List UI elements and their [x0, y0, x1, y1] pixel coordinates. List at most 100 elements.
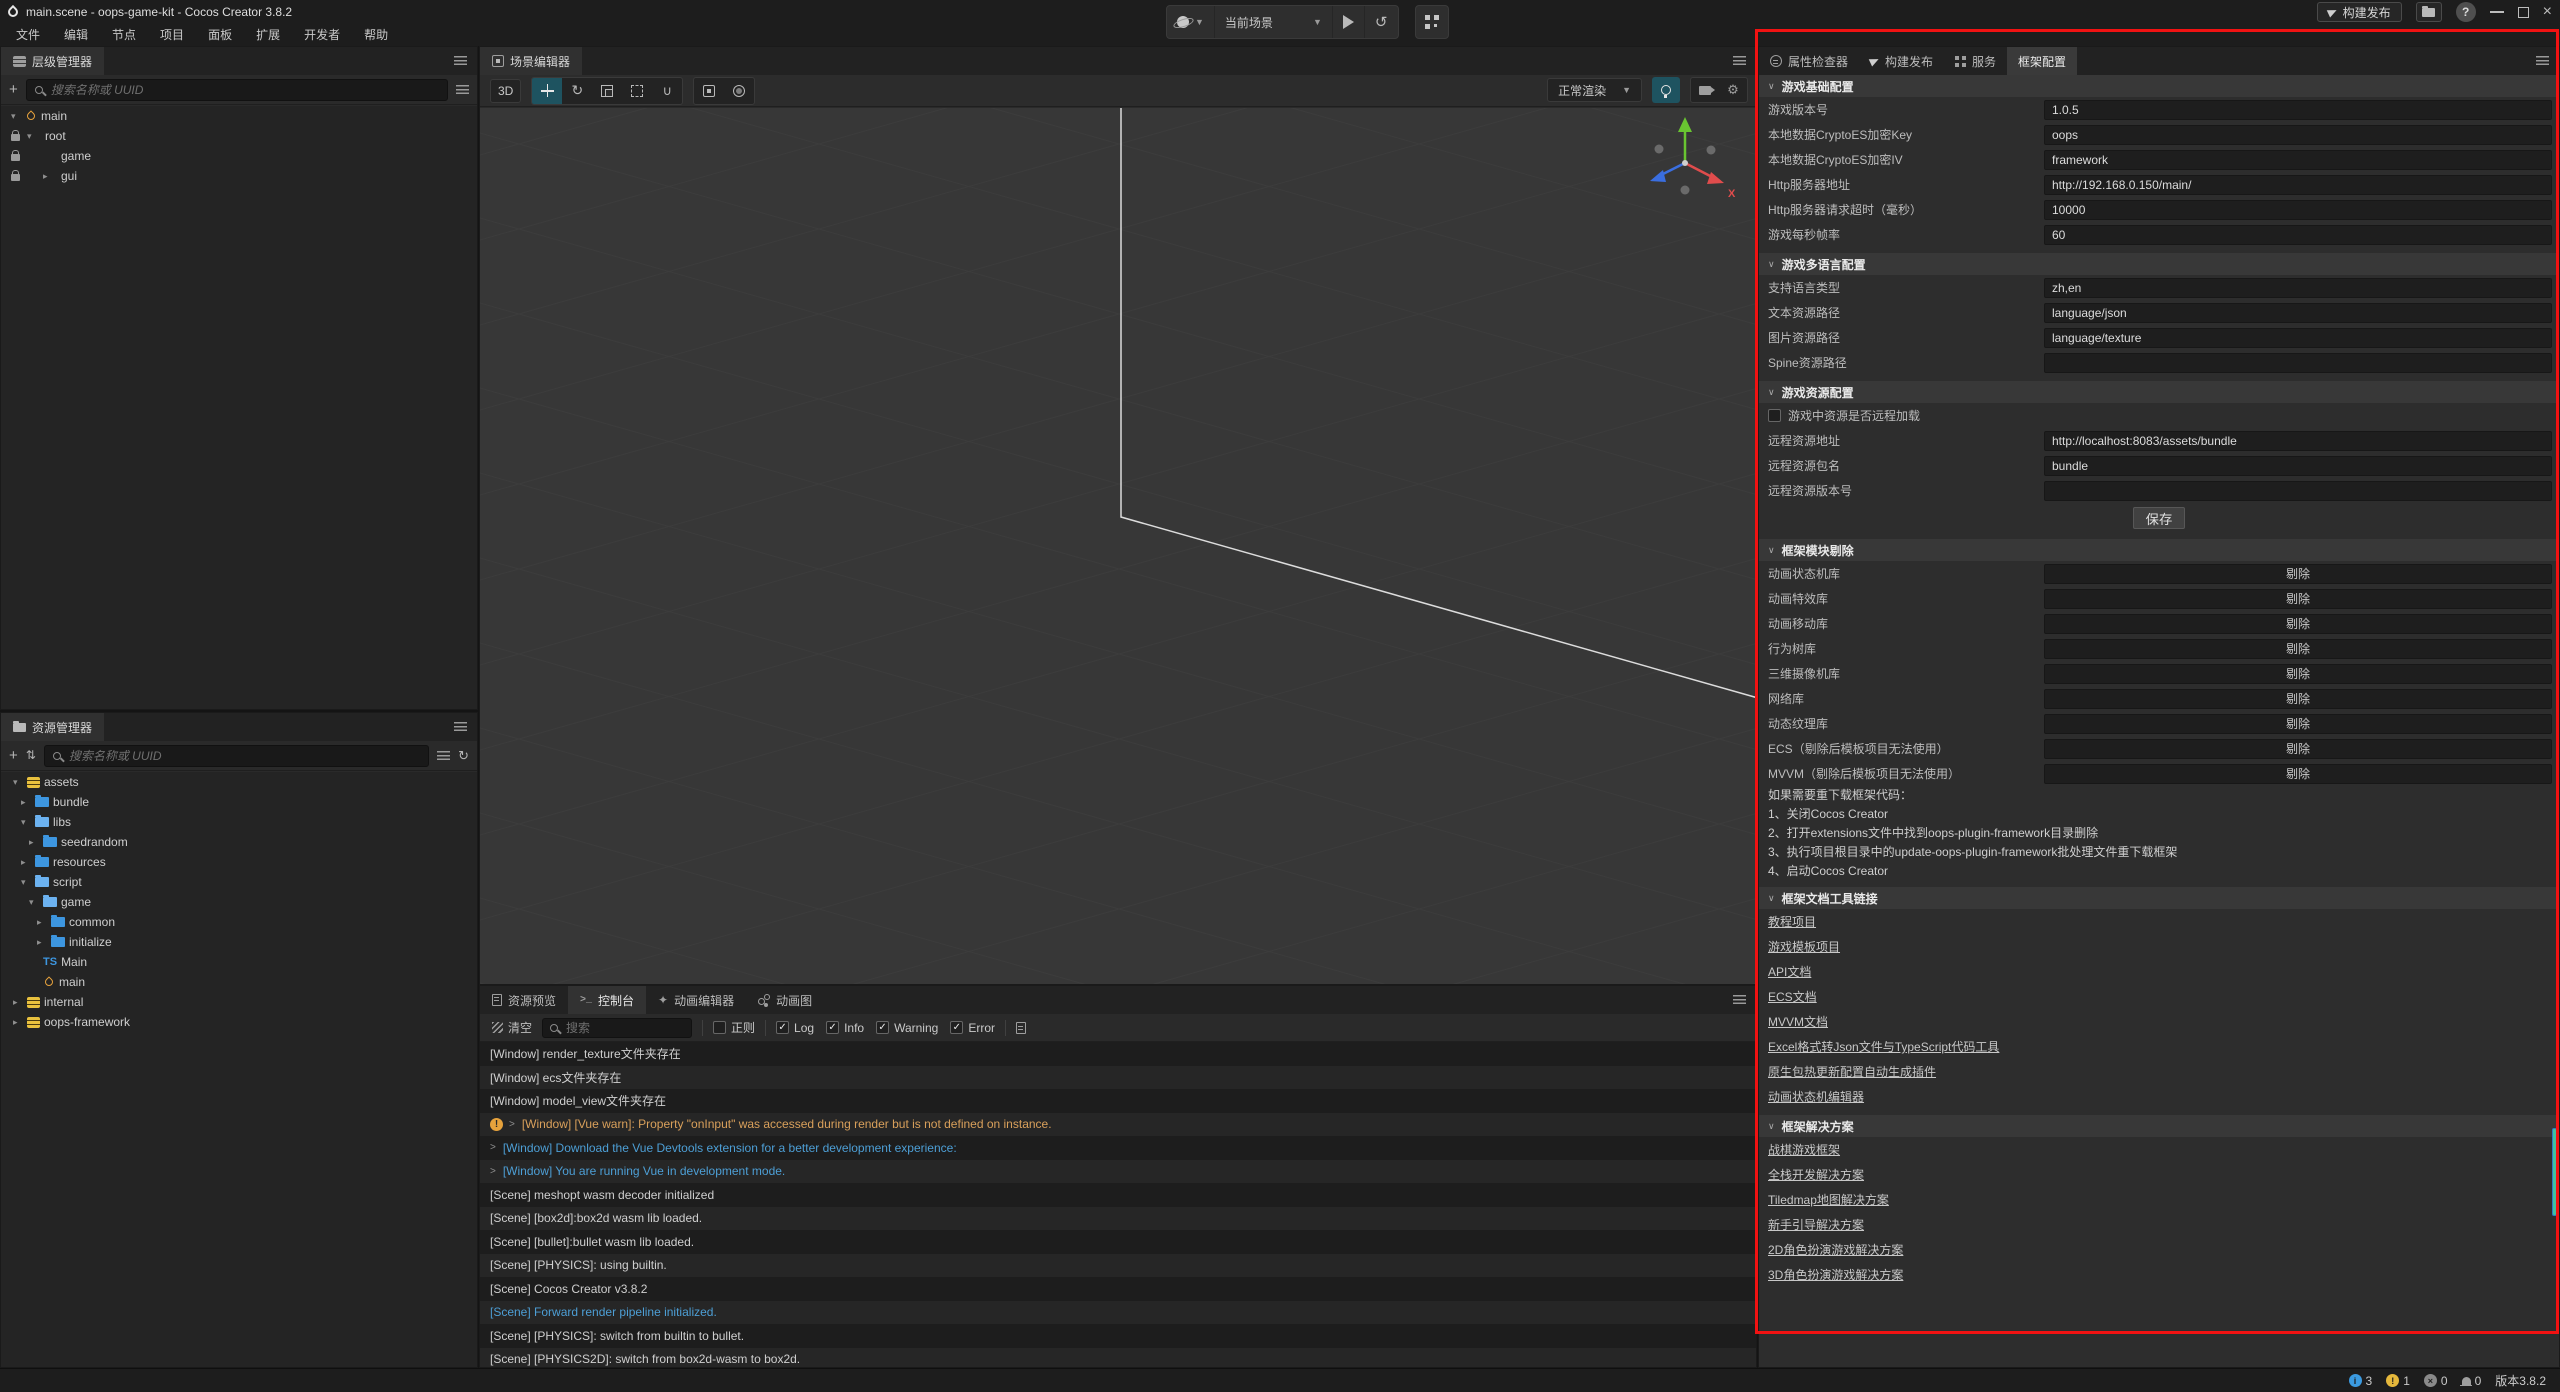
save-button[interactable]: 保存 — [2133, 507, 2186, 529]
panel-menu-icon[interactable] — [1733, 56, 1746, 65]
tree-chevron-icon[interactable]: ▸ — [37, 937, 51, 948]
doc-link[interactable]: 新手引导解决方案 — [1768, 1216, 1864, 1233]
doc-link[interactable]: 全栈开发解决方案 — [1768, 1166, 1864, 1183]
expand-chevron-icon[interactable]: > — [490, 1142, 496, 1153]
scrollbar-thumb[interactable] — [2552, 1128, 2557, 1216]
lighting-toggle-button[interactable] — [1652, 77, 1680, 103]
menu-item[interactable]: 面板 — [196, 24, 244, 46]
hierarchy-search-input[interactable] — [49, 82, 439, 98]
tree-chevron-icon[interactable]: ▸ — [29, 837, 43, 848]
scale-tool-button[interactable] — [592, 77, 622, 105]
log-row[interactable]: [Scene] meshopt wasm decoder initialized — [480, 1183, 1756, 1207]
assets-search[interactable] — [44, 745, 429, 767]
tree-chevron-icon[interactable]: ▸ — [13, 997, 27, 1008]
tree-node[interactable]: TSMain — [1, 952, 477, 972]
regex-checkbox[interactable]: 正则 — [713, 1019, 755, 1036]
doc-link[interactable]: 3D角色扮演游戏解决方案 — [1768, 1266, 1903, 1283]
remove-module-button[interactable]: 剔除 — [2044, 764, 2552, 784]
log-row[interactable]: [Scene] [box2d]:box2d wasm lib loaded. — [480, 1207, 1756, 1231]
log-row[interactable]: [Scene] Forward render pipeline initiali… — [480, 1301, 1756, 1325]
config-input[interactable] — [2044, 175, 2552, 195]
panel-menu-icon[interactable] — [454, 56, 467, 65]
minimize-button[interactable] — [2490, 11, 2504, 13]
tree-node[interactable]: ▸resources — [1, 852, 477, 872]
filter-checkbox-Log[interactable]: ✓Log — [776, 1021, 814, 1035]
section-header[interactable]: ∨框架文档工具链接 — [1759, 887, 2559, 909]
tree-node[interactable]: ▾script — [1, 872, 477, 892]
sort-icon[interactable]: ⇅ — [26, 748, 36, 763]
tree-chevron-icon[interactable]: ▾ — [29, 897, 43, 908]
scene-settings-button[interactable]: ⚙ — [1719, 77, 1747, 103]
filter-icon[interactable] — [456, 85, 469, 94]
refresh-icon[interactable]: ↻ — [458, 748, 469, 763]
doc-link[interactable]: ECS文档 — [1768, 988, 1817, 1005]
filter-checkbox-Error[interactable]: ✓Error — [950, 1021, 995, 1035]
clear-console-button[interactable]: 清空 — [492, 1019, 532, 1036]
expand-chevron-icon[interactable]: > — [509, 1119, 515, 1130]
remove-module-button[interactable]: 剔除 — [2044, 639, 2552, 659]
rotate-tool-button[interactable]: ↻ — [562, 77, 592, 105]
log-row[interactable]: !>[Window] [Vue warn]: Property "onInput… — [480, 1113, 1756, 1137]
log-row[interactable]: [Window] ecs文件夹存在 — [480, 1066, 1756, 1090]
maximize-button[interactable] — [2518, 7, 2529, 18]
log-row[interactable]: [Window] render_texture文件夹存在 — [480, 1042, 1756, 1066]
play-button[interactable] — [1333, 6, 1365, 38]
3d-mode-button[interactable]: 3D — [490, 79, 521, 103]
remove-module-button[interactable]: 剔除 — [2044, 564, 2552, 584]
tree-chevron-icon[interactable]: ▾ — [11, 111, 25, 122]
notification-count[interactable]: 0 — [2462, 1374, 2482, 1388]
tree-node[interactable]: game — [1, 146, 477, 166]
menu-item[interactable]: 帮助 — [352, 24, 400, 46]
config-input[interactable] — [2044, 328, 2552, 348]
remove-module-button[interactable]: 剔除 — [2044, 614, 2552, 634]
panel-menu-icon[interactable] — [1733, 995, 1746, 1004]
scene-viewport[interactable]: X — [480, 108, 1756, 984]
doc-link[interactable]: Excel格式转Json文件与TypeScript代码工具 — [1768, 1038, 1999, 1055]
tree-chevron-icon[interactable]: ▾ — [27, 131, 41, 142]
filter-icon[interactable] — [437, 751, 450, 760]
config-input[interactable] — [2044, 125, 2552, 145]
console-search-input[interactable] — [564, 1020, 684, 1036]
doc-link[interactable]: MVVM文档 — [1768, 1013, 1828, 1030]
panel-menu-icon[interactable] — [2536, 56, 2549, 65]
move-tool-button[interactable] — [532, 77, 562, 105]
tree-node[interactable]: ▾root — [1, 126, 477, 146]
log-row[interactable]: [Scene] [PHYSICS]: using builtin. — [480, 1254, 1756, 1278]
config-input[interactable] — [2044, 100, 2552, 120]
camera-settings-button[interactable] — [1691, 77, 1719, 103]
remove-module-button[interactable]: 剔除 — [2044, 714, 2552, 734]
hierarchy-tab[interactable]: 层级管理器 — [1, 47, 104, 75]
tree-node[interactable]: ▸seedrandom — [1, 832, 477, 852]
expand-chevron-icon[interactable]: > — [490, 1166, 496, 1177]
tree-chevron-icon[interactable]: ▸ — [43, 171, 57, 182]
info-count[interactable]: i 3 — [2349, 1374, 2373, 1388]
tree-node[interactable]: ▾assets — [1, 772, 477, 792]
render-mode-dropdown[interactable]: 正常渲染 ▼ — [1547, 78, 1642, 102]
log-row[interactable]: >[Window] Download the Vue Devtools exte… — [480, 1136, 1756, 1160]
tree-chevron-icon[interactable]: ▸ — [37, 917, 51, 928]
config-tab-框架配置[interactable]: 框架配置 — [2007, 47, 2077, 75]
doc-link[interactable]: 2D角色扮演游戏解决方案 — [1768, 1241, 1903, 1258]
assets-search-input[interactable] — [67, 748, 420, 764]
log-row[interactable]: [Scene] [bullet]:bullet wasm lib loaded. — [480, 1230, 1756, 1254]
menu-item[interactable]: 节点 — [100, 24, 148, 46]
console-tab-控制台[interactable]: >_控制台 — [568, 986, 646, 1014]
section-header[interactable]: ∨框架模块剔除 — [1759, 539, 2559, 561]
config-input[interactable] — [2044, 481, 2552, 501]
error-count[interactable]: × 0 — [2424, 1374, 2448, 1388]
console-search[interactable] — [542, 1018, 692, 1038]
config-input[interactable] — [2044, 150, 2552, 170]
close-button[interactable]: × — [2543, 4, 2552, 20]
hierarchy-search[interactable] — [26, 79, 448, 101]
tree-node[interactable]: ▾game — [1, 892, 477, 912]
filter-checkbox-Info[interactable]: ✓Info — [826, 1021, 864, 1035]
console-tab-动画编辑器[interactable]: ✦动画编辑器 — [646, 986, 746, 1014]
config-tab-属性检查器[interactable]: 属性检查器 — [1759, 47, 1859, 75]
doc-link[interactable]: 战棋游戏框架 — [1768, 1141, 1840, 1158]
console-tab-动画图[interactable]: 动画图 — [746, 986, 824, 1014]
menu-item[interactable]: 开发者 — [292, 24, 352, 46]
config-input[interactable] — [2044, 303, 2552, 323]
rect-tool-button[interactable] — [622, 77, 652, 105]
config-tab-服务[interactable]: 服务 — [1944, 47, 2007, 75]
doc-link[interactable]: 教程项目 — [1768, 913, 1816, 930]
